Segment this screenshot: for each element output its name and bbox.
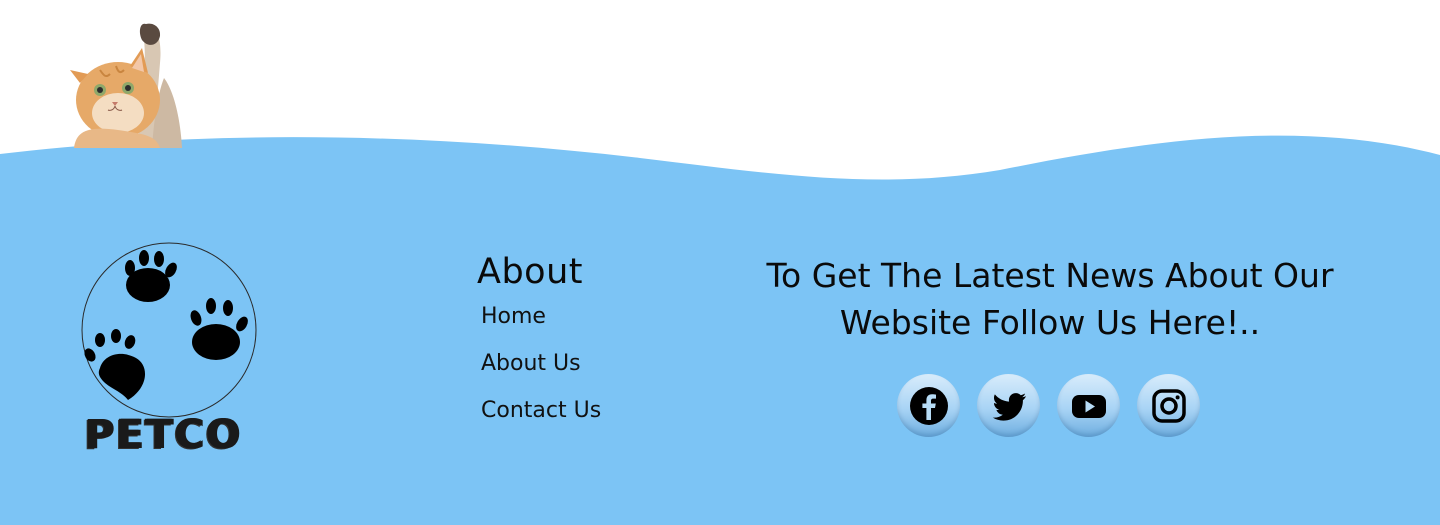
petco-logo-text[interactable]: PETCO xyxy=(84,412,241,458)
nav-link-contact-us[interactable]: Contact Us xyxy=(481,396,717,443)
follow-us-heading-line-1: To Get The Latest News About Our xyxy=(766,256,1334,295)
twitter-link[interactable] xyxy=(977,374,1040,437)
nav-link-about-us[interactable]: About Us xyxy=(481,349,717,396)
facebook-link[interactable] xyxy=(897,374,960,437)
instagram-link[interactable] xyxy=(1137,374,1200,437)
about-links-list: Home About Us Contact Us xyxy=(477,302,717,443)
twitter-icon xyxy=(992,392,1026,421)
instagram-icon xyxy=(1151,388,1186,423)
nav-link-home[interactable]: Home xyxy=(481,302,717,349)
follow-us-heading-line-2: Website Follow Us Here!.. xyxy=(839,303,1261,342)
youtube-link[interactable] xyxy=(1057,374,1120,437)
about-links-column: About Home About Us Contact Us xyxy=(477,252,717,443)
facebook-icon xyxy=(909,386,948,425)
about-heading: About xyxy=(477,252,583,292)
footer-section: PETCO About Home About Us Contact Us To … xyxy=(0,0,1440,525)
social-links xyxy=(897,374,1200,437)
youtube-icon xyxy=(1071,394,1106,418)
follow-us-block: To Get The Latest News About Our Website… xyxy=(740,252,1360,346)
kitten-image xyxy=(70,23,182,148)
